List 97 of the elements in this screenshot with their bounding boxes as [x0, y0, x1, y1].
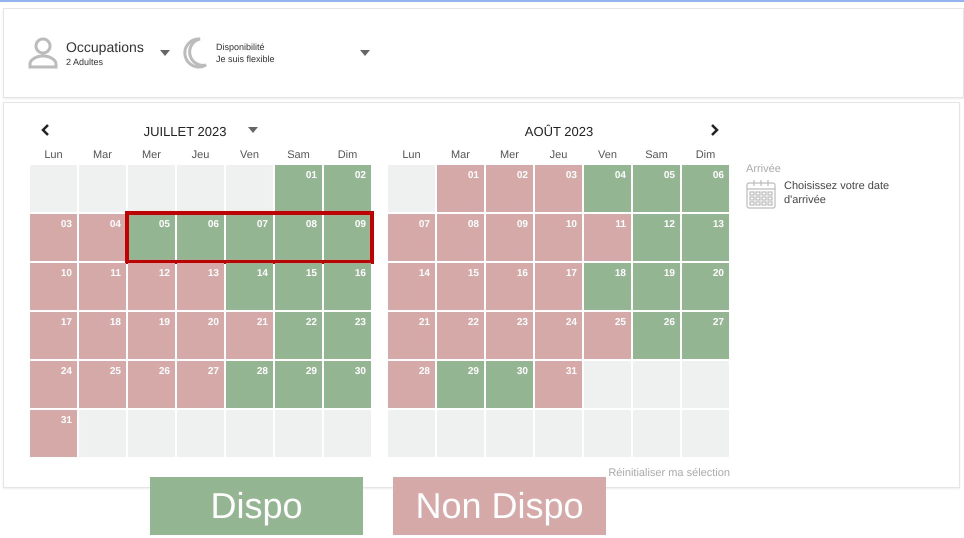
day-cell[interactable]: 05 — [128, 214, 175, 261]
filter-dropdown[interactable]: Occupations 2 Adultes — [28, 37, 170, 69]
day-cell[interactable]: 10 — [535, 214, 582, 261]
filter-dropdown[interactable]: Disponibilité Je suis flexible — [180, 37, 370, 69]
day-cell[interactable]: 26 — [633, 312, 680, 359]
weekday-label: Mar — [450, 149, 471, 161]
day-cell[interactable]: 19 — [128, 312, 175, 359]
filter-label: Disponibilité — [216, 42, 266, 52]
day-cell[interactable]: 20 — [682, 263, 729, 310]
day-cell[interactable]: 18 — [584, 263, 631, 310]
weekday-label: Lun — [43, 149, 64, 161]
day-cell[interactable]: 08 — [275, 214, 322, 261]
filter-label: Occupations — [66, 39, 145, 55]
arrival-prompt: Choisissez votre date d'arrivée — [784, 179, 890, 208]
day-cell[interactable]: 27 — [177, 361, 224, 408]
day-cell[interactable]: 25 — [584, 312, 631, 359]
filter-value: Je suis flexible — [216, 54, 276, 64]
weekday-label: Ven — [597, 149, 618, 161]
day-cell[interactable]: 22 — [275, 312, 322, 359]
day-cell[interactable]: 08 — [437, 214, 484, 261]
caret-icon — [160, 50, 170, 56]
weekday-label: Sam — [286, 149, 311, 161]
day-cell[interactable]: 21 — [388, 312, 435, 359]
weekday-label: Mer — [141, 149, 162, 161]
day-cell[interactable]: 15 — [437, 263, 484, 310]
day-cell[interactable]: 06 — [177, 214, 224, 261]
day-cell[interactable]: 30 — [486, 361, 533, 408]
weekday-label: Ven — [239, 149, 260, 161]
day-cell[interactable]: 11 — [584, 214, 631, 261]
day-cell[interactable]: 31 — [535, 361, 582, 408]
month-dropdown-button[interactable] — [248, 127, 258, 135]
day-cell[interactable]: 17 — [30, 312, 77, 359]
weekday-label: Lun — [401, 149, 422, 161]
day-cell[interactable]: 10 — [30, 263, 77, 310]
day-cell[interactable]: 12 — [633, 214, 680, 261]
day-cell[interactable]: 27 — [682, 312, 729, 359]
day-cell[interactable]: 09 — [324, 214, 371, 261]
chevron-right-icon — [711, 124, 719, 136]
calendar-icon — [746, 179, 776, 209]
day-cell[interactable]: 05 — [633, 165, 680, 212]
day-cell[interactable]: 15 — [275, 263, 322, 310]
day-cell[interactable]: 03 — [30, 214, 77, 261]
day-cell[interactable]: 23 — [324, 312, 371, 359]
day-cell[interactable]: 01 — [275, 165, 322, 212]
day-cell[interactable]: 12 — [128, 263, 175, 310]
day-cell[interactable]: 19 — [633, 263, 680, 310]
day-cell[interactable]: 28 — [388, 361, 435, 408]
weekday-label: Jeu — [548, 149, 568, 161]
filter-value: 2 Adultes — [66, 57, 104, 67]
day-cell[interactable]: 29 — [275, 361, 322, 408]
day-cell[interactable]: 04 — [79, 214, 126, 261]
day-cell[interactable]: 22 — [437, 312, 484, 359]
caret-icon — [248, 127, 258, 133]
day-cell[interactable]: 11 — [79, 263, 126, 310]
reset-selection-link[interactable]: Réinitialiser ma sélection — [608, 467, 730, 479]
day-cell[interactable]: 14 — [388, 263, 435, 310]
day-cell[interactable]: 06 — [682, 165, 729, 212]
legend-tag: Non Dispo — [393, 477, 606, 535]
day-cell[interactable]: 30 — [324, 361, 371, 408]
day-cell[interactable]: 25 — [79, 361, 126, 408]
day-cell[interactable]: 31 — [30, 410, 77, 457]
day-cell[interactable]: 18 — [79, 312, 126, 359]
day-cell[interactable]: 26 — [128, 361, 175, 408]
day-cell[interactable]: 16 — [324, 263, 371, 310]
day-cell[interactable]: 29 — [437, 361, 484, 408]
day-cell[interactable]: 14 — [226, 263, 273, 310]
day-cell[interactable]: 21 — [226, 312, 273, 359]
day-cell[interactable]: 01 — [437, 165, 484, 212]
day-cell[interactable]: 24 — [535, 312, 582, 359]
day-cell[interactable]: 28 — [226, 361, 273, 408]
weekday-label: Dim — [694, 149, 716, 161]
legend-tag: Dispo — [150, 477, 363, 535]
person-icon — [28, 37, 58, 69]
weekday-label: Dim — [336, 149, 358, 161]
day-cell[interactable]: 13 — [177, 263, 224, 310]
day-cell[interactable]: 03 — [535, 165, 582, 212]
day-cell[interactable]: 24 — [30, 361, 77, 408]
day-cell[interactable]: 17 — [535, 263, 582, 310]
weekday-label: Mar — [92, 149, 113, 161]
day-cell[interactable]: 02 — [486, 165, 533, 212]
day-cell[interactable]: 13 — [682, 214, 729, 261]
day-cell[interactable]: 09 — [486, 214, 533, 261]
day-cell[interactable]: 16 — [486, 263, 533, 310]
month-title: AOÛT 2023 — [524, 124, 594, 138]
day-cell[interactable]: 07 — [226, 214, 273, 261]
month-title: JUILLET 2023 — [144, 124, 226, 138]
day-cell[interactable]: 07 — [388, 214, 435, 261]
weekday-label: Sam — [644, 149, 669, 161]
weekday-label: Jeu — [190, 149, 210, 161]
weekday-label: Mer — [499, 149, 520, 161]
day-cell[interactable]: 20 — [177, 312, 224, 359]
day-cell[interactable]: 04 — [584, 165, 631, 212]
arrival-label: Arrivée — [746, 163, 782, 175]
day-cell[interactable]: 02 — [324, 165, 371, 212]
caret-icon — [360, 50, 370, 56]
chevron-left-icon — [41, 124, 49, 136]
day-cell[interactable]: 23 — [486, 312, 533, 359]
